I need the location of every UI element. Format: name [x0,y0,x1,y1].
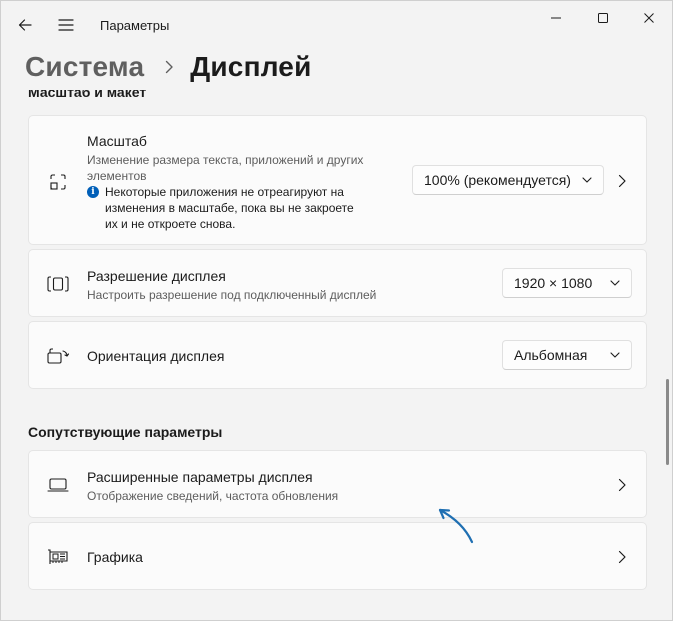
scale-subtitle: Изменение размера текста, приложений и д… [87,153,364,183]
back-button[interactable] [11,11,39,39]
orientation-card: Ориентация дисплея Альбомная [28,321,647,389]
resolution-subtitle: Настроить разрешение под подключенный ди… [87,288,377,302]
chevron-down-icon [609,277,621,289]
chevron-right-icon [614,477,630,493]
graphics-card[interactable]: Графика [28,522,647,590]
section-title-scale-layout-text: Масштаб и макет [28,90,147,100]
advanced-display-card[interactable]: Расширенные параметры дисплея Отображени… [28,450,647,518]
scale-info-text: Некоторые приложения не отреагируют на и… [105,185,354,231]
scale-card: Масштаб Изменение размера текста, прилож… [28,115,647,245]
scrollbar-thumb[interactable] [666,379,669,465]
scale-title: Масштаб [87,133,147,149]
close-icon [644,13,654,23]
close-button[interactable] [626,1,672,35]
orientation-icon [46,344,70,368]
maximize-button[interactable] [580,1,626,35]
breadcrumb: Система Дисплей [25,47,312,87]
navigation-menu-button[interactable] [52,11,80,39]
window-title: Параметры [100,18,170,33]
scale-chevron-right-icon[interactable] [614,173,630,189]
advanced-display-title: Расширенные параметры дисплея [87,469,313,485]
scale-dropdown-value: 100% (рекомендуется) [424,172,571,188]
chevron-down-icon [581,174,593,186]
advanced-display-subtitle: Отображение сведений, частота обновления [87,489,339,503]
info-icon: i [87,186,99,198]
title-bar: Параметры [1,1,672,49]
scale-dropdown[interactable]: 100% (рекомендуется) [412,165,604,195]
resolution-dropdown-value: 1920 × 1080 [514,275,593,291]
chevron-down-icon [609,349,621,361]
scale-info-note: i Некоторые приложения не отреагируют на… [87,184,365,232]
orientation-dropdown[interactable]: Альбомная [502,340,632,370]
maximize-icon [598,13,608,23]
graphics-title: Графика [87,549,143,565]
laptop-icon [46,473,70,497]
chevron-right-icon [614,549,630,565]
settings-content: Масштаб и макет Масштаб Изменение размер… [1,89,672,620]
annotation-arrow-icon [438,508,474,544]
breadcrumb-separator-icon [156,60,182,74]
section-title-related: Сопутствующие параметры [28,424,223,440]
breadcrumb-parent-link[interactable]: Система [25,51,144,83]
graphics-card-icon [46,545,70,569]
orientation-title: Ориентация дисплея [87,348,225,364]
resolution-card: Разрешение дисплея Настроить разрешение … [28,249,647,317]
page-title: Дисплей [190,51,312,82]
minimize-icon [551,17,561,19]
resolution-title: Разрешение дисплея [87,268,226,284]
hamburger-icon [58,19,74,31]
resolution-icon [46,272,70,296]
section-title-scale-layout: Масштаб и макет [28,90,146,104]
orientation-dropdown-value: Альбомная [514,347,588,363]
scale-icon [46,170,70,194]
resolution-dropdown[interactable]: 1920 × 1080 [502,268,632,298]
settings-window: Параметры Система Дисплей Масштаб и маке… [0,0,673,621]
minimize-button[interactable] [533,1,579,35]
back-arrow-icon [18,19,32,31]
